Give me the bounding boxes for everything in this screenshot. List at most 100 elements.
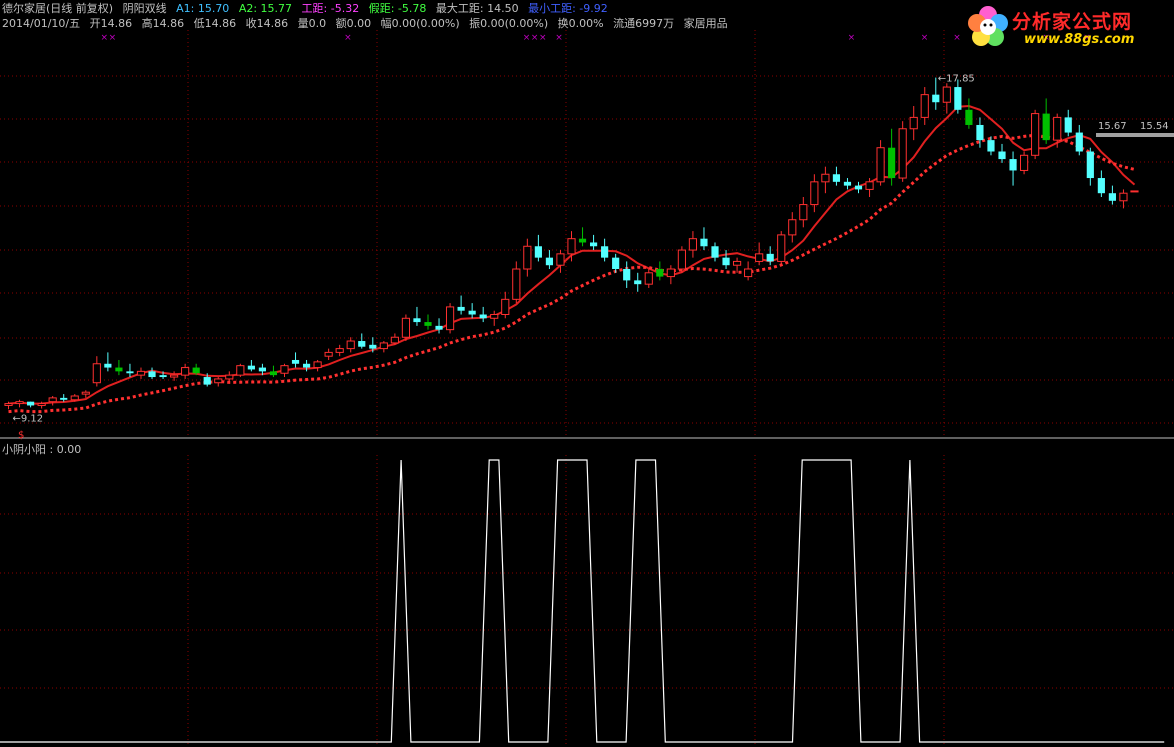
candle-body: [799, 204, 808, 221]
candle-body: [413, 318, 421, 323]
logo-name: 分析家公式网: [1012, 11, 1133, 33]
candle-body: [92, 363, 101, 384]
candle-body: [976, 124, 984, 141]
candle-body: [1097, 178, 1105, 194]
candle-body: [126, 371, 134, 374]
candle-body: [258, 367, 267, 372]
turnover-value: 换0.00%: [557, 17, 604, 30]
candle-body: [965, 109, 973, 125]
a2-value: A2: 15.77: [238, 2, 293, 15]
candle-body: [688, 238, 698, 251]
gongju-value: 工距: -5.32: [301, 2, 360, 15]
candle-body: [534, 246, 542, 258]
signal-marker: ×: [848, 33, 856, 43]
signal-marker: ×: [539, 33, 547, 43]
candle-body: [987, 140, 995, 152]
candle-body: [601, 246, 609, 258]
candle-body: [612, 257, 620, 270]
candle-body: [335, 348, 344, 353]
ma-line-a2: [8, 133, 1135, 414]
candle-body: [324, 351, 333, 357]
candle-body: [27, 401, 35, 406]
logo-url: www.88gs.com: [1024, 32, 1135, 47]
stock-title: 德尔家居(日线 前复权): [2, 2, 114, 15]
amplitude-value: 振0.00(0.00%): [469, 17, 549, 30]
candle-body: [1009, 159, 1017, 171]
candle-body: [744, 268, 753, 278]
candle-body: [490, 313, 499, 319]
candle-body: [623, 269, 631, 281]
candle-body: [181, 367, 190, 376]
candle-body: [479, 314, 487, 319]
signal-marker: ×: [344, 33, 352, 43]
candle-body: [115, 367, 123, 372]
low-value: 低14.86: [193, 17, 237, 30]
industry-value: 家居用品: [683, 17, 728, 30]
candle-body: [998, 151, 1006, 160]
candle-body: [358, 341, 366, 347]
candle-body: [589, 242, 598, 247]
candle-body: [136, 370, 146, 376]
candle-body: [60, 397, 68, 400]
amount-value: 额0.00: [335, 17, 372, 30]
candle-body: [711, 246, 719, 258]
header-row-2: 2014/01/10/五 开14.86 高14.86 低14.86 收14.86…: [2, 17, 734, 31]
candle-body: [722, 257, 730, 266]
candle-body: [214, 378, 223, 384]
candle-body: [48, 397, 57, 403]
candle-body: [1042, 113, 1050, 141]
signal-marker: ×: [531, 33, 539, 43]
candle-body: [468, 310, 476, 315]
candle-body: [854, 185, 863, 190]
candle-body: [1031, 113, 1040, 156]
price-marker-bar: [1096, 133, 1174, 137]
candle-body: [37, 403, 46, 406]
candle-body: [302, 363, 311, 368]
candle-body: [379, 342, 388, 350]
candle-body: [821, 173, 830, 183]
candle-body: [700, 238, 708, 247]
candle-body: [15, 401, 24, 405]
candle-body: [1108, 193, 1116, 201]
volume-value: 量0.0: [297, 17, 327, 30]
candle-body: [390, 336, 399, 344]
candle-body: [104, 363, 112, 368]
candle-body: [148, 371, 156, 378]
candle-body: [666, 268, 675, 278]
candle-body: [898, 128, 907, 179]
candle-body: [755, 253, 764, 262]
signal-marker: ×: [109, 33, 117, 43]
candle-body: [567, 238, 576, 255]
last-label-a: 15.67: [1098, 121, 1127, 132]
change-value: 幅0.00(0.00%): [380, 17, 460, 30]
candle-body: [313, 361, 322, 369]
candle-body: [1086, 151, 1094, 179]
candle-body: [843, 181, 852, 186]
signal-marker: ×: [953, 33, 961, 43]
site-logo: 分析家公式网 www.88gs.com: [964, 3, 1164, 53]
candle-body: [634, 280, 642, 285]
candle-body: [225, 374, 234, 380]
candle-body: [401, 317, 411, 338]
candle-body: [445, 306, 455, 331]
min-gongju-value: 最小工距: -9.92: [528, 2, 608, 15]
candle-body: [203, 377, 211, 385]
candle-body: [656, 269, 664, 277]
candle-body: [435, 325, 443, 330]
candle-body: [280, 365, 289, 374]
candle-body: [269, 371, 278, 376]
candle-body: [788, 219, 797, 236]
last-label-b: 15.54: [1140, 121, 1169, 132]
signal-marker: ×: [523, 33, 531, 43]
max-gongju-value: 最大工距: 14.50: [435, 2, 519, 15]
flower-icon: [968, 6, 1008, 46]
candle-body: [1130, 190, 1139, 193]
candle-body: [766, 253, 774, 262]
candle-body: [369, 344, 377, 349]
candle-body: [677, 249, 686, 270]
candle-body: [545, 257, 554, 266]
candle-body: [192, 367, 200, 374]
high-annotation: ←17.85: [938, 74, 975, 85]
candle-body: [876, 147, 885, 183]
candle-body: [888, 147, 896, 179]
